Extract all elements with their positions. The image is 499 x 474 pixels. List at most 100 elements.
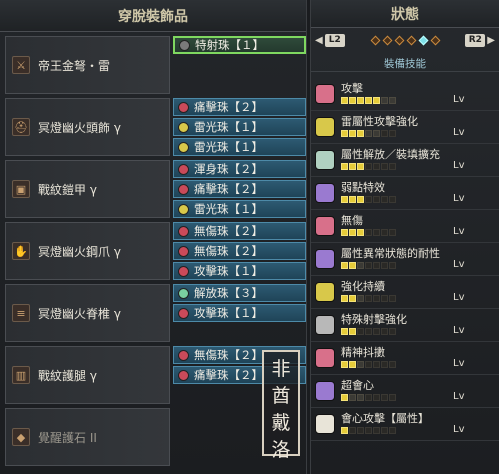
level-pip [389,427,396,434]
decoration-slot[interactable]: 痛擊珠【２】 [173,180,306,198]
skill-row[interactable]: 雷屬性攻擊強化Lv3 [315,111,498,143]
jewel-icon [178,349,189,361]
equipment-row: ⛑ 冥燈幽火頭飾 γ 痛擊珠【２】 雷光珠【１】 雷光珠【１】 [5,96,306,158]
level-pip [389,328,396,335]
skill-name: 雷屬性攻擊強化 [341,115,418,128]
level-pip [341,394,348,401]
equipment-name: 帝王金弩・雷 [38,58,111,73]
level-pip [365,229,372,236]
level-label: Lv [453,226,465,237]
equipment-slot[interactable]: ≡ 冥燈幽火脊椎 γ [5,284,170,342]
level-pip [381,361,388,368]
next-page-button[interactable]: R2 ▶ [465,33,495,47]
level-pip [357,196,364,203]
level-pip [349,97,356,104]
skill-body: 攻擊Lv5 [341,78,498,110]
skill-row[interactable]: 超會心Lv1 [315,375,498,407]
page-indicator [370,35,440,45]
decoration-slot[interactable]: 雷光珠【１】 [173,200,306,218]
equipment-row: ▣ 戰紋鎧甲 γ 渾身珠【２】痛擊珠【２】雷光珠【１】 [5,158,306,220]
skill-row[interactable]: 攻擊Lv5 [315,78,498,110]
skill-row[interactable]: 無傷Lv3 [315,210,498,242]
decoration-panel: 穿脫裝飾品 ⚔ 帝王金弩・雷 特射珠【１】 ⛑ 冥燈幽火頭飾 γ 痛擊珠【２】 雷光珠【１】… [0,0,307,474]
level-pip [357,427,364,434]
decoration-slot[interactable]: 解放珠【３】 [173,284,306,302]
helm-icon: ⛑ [12,118,30,136]
skill-body: 特殊射擊強化Lv2 [341,309,498,341]
level-pip [357,130,364,137]
level-pip [389,394,396,401]
skill-row[interactable]: 弱點特效Lv3 [315,177,498,209]
skill-row[interactable]: 屬性解放／裝填擴充Lv3 [315,144,498,176]
skill-body: 強化持續Lv2 [341,276,498,308]
decoration-slot[interactable]: 特射珠【１】 [173,36,306,54]
equipment-slot[interactable]: ▣ 戰紋鎧甲 γ [5,160,170,218]
decoration-slot[interactable]: 攻擊珠【１】 [173,262,306,280]
skill-row[interactable]: 精神抖擻Lv2 [315,342,498,374]
page-dot [430,35,440,45]
level-pip [357,262,364,269]
decoration-slot[interactable]: 無傷珠【２】 [173,222,306,240]
equipment-slot[interactable]: ◆ 覺醒護石 II [5,408,170,466]
equipment-name: 覺醒護石 II [38,430,97,445]
decoration-label: 痛擊珠【２】 [194,182,263,196]
level-pip [365,394,372,401]
left-arrow-icon: ◀ [315,34,323,46]
charm-icon: ◆ [12,428,30,446]
level-pip [341,361,348,368]
skill-icon [315,183,335,203]
skill-name: 無傷 [341,214,363,227]
decoration-slot[interactable]: 攻擊珠【１】 [173,304,306,322]
decoration-label: 雷光珠【１】 [194,120,263,134]
watermark-char: 洛 [271,439,291,461]
skill-level-bar [341,196,396,203]
watermark-stamp: 非酋戴洛 [262,350,300,461]
level-pip [365,361,372,368]
skill-level-bar [341,361,396,368]
decoration-slot[interactable]: 雷光珠【１】 [173,138,306,156]
decoration-label: 無傷珠【２】 [194,348,263,362]
level-pip [381,229,388,236]
level-pip [341,262,348,269]
equipment-row: ▥ 戰紋護腿 γ 無傷珠【２】 痛擊珠【２】 [5,344,306,406]
equipment-name: 冥燈幽火頭飾 γ [38,120,121,135]
equipment-name: 戰紋護腿 γ [38,368,97,383]
skill-body: 雷屬性攻擊強化Lv3 [341,111,498,143]
equipment-slot[interactable]: ⚔ 帝王金弩・雷 [5,36,170,94]
skill-row[interactable]: 特殊射擊強化Lv2 [315,309,498,341]
skill-name: 特殊射擊強化 [341,313,407,326]
level-pip [373,295,380,302]
decoration-slot[interactable]: 渾身珠【２】 [173,160,306,178]
level-pip [373,163,380,170]
level-pip [349,295,356,302]
skill-row[interactable]: 屬性異常狀態的耐性Lv2 [315,243,498,275]
jewel-icon [178,307,189,319]
level-pip [341,295,348,302]
equipment-row: ◆ 覺醒護石 II [5,406,304,468]
decoration-slot[interactable]: 無傷珠【２】 [173,242,306,260]
level-pip [389,361,396,368]
level-label: Lv [453,193,465,204]
skill-icon [315,216,335,236]
skill-name: 攻擊 [341,82,363,95]
skill-body: 超會心Lv1 [341,375,498,407]
prev-page-button[interactable]: ◀ L2 [315,33,345,47]
decoration-slot[interactable]: 雷光珠【１】 [173,118,306,136]
level-pip [373,97,380,104]
skill-row[interactable]: 會心攻擊【屬性】Lv1 [315,408,498,440]
level-pip [381,196,388,203]
l2-button-icon: L2 [324,33,345,47]
jewel-icon [178,121,189,133]
equipment-slot[interactable]: ▥ 戰紋護腿 γ [5,346,170,404]
page-dot [406,35,416,45]
skill-icon [315,84,335,104]
level-pip [349,163,356,170]
equipment-slot[interactable]: ⛑ 冥燈幽火頭飾 γ [5,98,170,156]
decoration-slot[interactable]: 痛擊珠【２】 [173,98,306,116]
equipment-slot[interactable]: ✋ 冥燈幽火鋼爪 γ [5,222,170,280]
arm-icon: ✋ [12,242,30,260]
equipment-name: 冥燈幽火脊椎 γ [38,306,121,321]
level-pip [381,394,388,401]
jewel-icon [178,141,189,153]
skill-row[interactable]: 強化持續Lv2 [315,276,498,308]
